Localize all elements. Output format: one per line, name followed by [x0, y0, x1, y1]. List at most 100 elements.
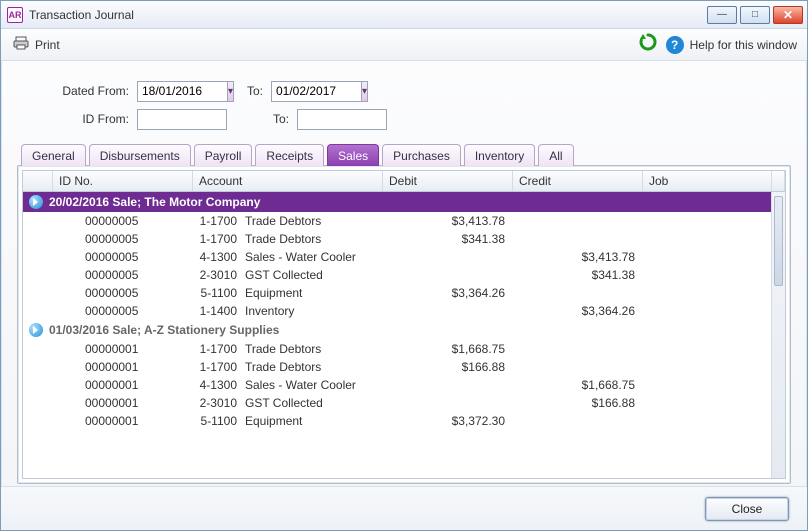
- cell-id: 00000005: [53, 232, 193, 246]
- cell-account: 4-1300Sales - Water Cooler: [193, 250, 383, 264]
- table-row[interactable]: 000000014-1300Sales - Water Cooler $1,668…: [23, 376, 771, 394]
- cell-id: 00000001: [53, 378, 193, 392]
- cell-id: 00000005: [53, 286, 193, 300]
- col-debit[interactable]: Debit: [383, 171, 513, 191]
- chevron-down-icon: ▾: [362, 86, 367, 97]
- table-row[interactable]: 000000015-1100Equipment$3,372.30: [23, 412, 771, 430]
- cell-debit: $3,372.30: [383, 414, 513, 428]
- tab-all[interactable]: All: [538, 144, 573, 166]
- id-from-input[interactable]: [137, 109, 227, 130]
- close-window-button[interactable]: ✕: [773, 6, 803, 24]
- tab-disbursements[interactable]: Disbursements: [89, 144, 191, 166]
- group-header-label: 20/02/2016 Sale; The Motor Company: [49, 195, 260, 209]
- expand-arrow-icon: [29, 323, 43, 337]
- tab-purchases[interactable]: Purchases: [382, 144, 461, 166]
- table-row[interactable]: 000000011-1700Trade Debtors$1,668.75: [23, 340, 771, 358]
- table-row[interactable]: 000000054-1300Sales - Water Cooler $3,413…: [23, 248, 771, 266]
- cell-debit: $1,668.75: [383, 342, 513, 356]
- cell-credit: $3,364.26: [513, 304, 643, 318]
- filter-panel: Dated From: ▾ To: ▾ ID From: To:: [53, 77, 791, 133]
- dated-to-dropdown[interactable]: ▾: [361, 81, 368, 102]
- col-id[interactable]: ID No.: [53, 171, 193, 191]
- window-controls: — □ ✕: [707, 6, 803, 24]
- close-button[interactable]: Close: [705, 497, 789, 521]
- app-icon: AR: [7, 7, 23, 23]
- help-button[interactable]: ? Help for this window: [666, 36, 797, 54]
- cell-debit: $3,364.26: [383, 286, 513, 300]
- cell-id: 00000001: [53, 396, 193, 410]
- cell-debit: $166.88: [383, 360, 513, 374]
- close-icon: ✕: [783, 8, 793, 22]
- table-row[interactable]: 000000012-3010GST Collected $166.88: [23, 394, 771, 412]
- window-title: Transaction Journal: [29, 8, 707, 22]
- cell-credit: $341.38: [513, 268, 643, 282]
- table-row[interactable]: 000000051-1700Trade Debtors$3,413.78: [23, 212, 771, 230]
- col-account[interactable]: Account: [193, 171, 383, 191]
- cell-account: 1-1700Trade Debtors: [193, 232, 383, 246]
- table-row[interactable]: 000000051-1700Trade Debtors$341.38: [23, 230, 771, 248]
- cell-credit: $3,413.78: [513, 250, 643, 264]
- refresh-button[interactable]: [638, 32, 658, 57]
- cell-id: 00000001: [53, 342, 193, 356]
- print-icon: [13, 35, 29, 54]
- tab-sales[interactable]: Sales: [327, 144, 379, 166]
- cell-id: 00000001: [53, 360, 193, 374]
- print-button[interactable]: Print: [13, 35, 60, 54]
- tab-receipts[interactable]: Receipts: [255, 144, 324, 166]
- table-row[interactable]: 000000011-1700Trade Debtors$166.88: [23, 358, 771, 376]
- id-to-label: To:: [261, 112, 289, 126]
- dated-to-label: To:: [235, 84, 263, 98]
- dated-from-label: Dated From:: [53, 84, 129, 98]
- tab-general[interactable]: General: [21, 144, 86, 166]
- refresh-icon: [638, 36, 658, 56]
- help-icon: ?: [666, 36, 684, 54]
- tab-payroll[interactable]: Payroll: [194, 144, 253, 166]
- cell-id: 00000005: [53, 304, 193, 318]
- cell-account: 4-1300Sales - Water Cooler: [193, 378, 383, 392]
- dated-from-dropdown[interactable]: ▾: [227, 81, 234, 102]
- content-body: Dated From: ▾ To: ▾ ID From: To: General: [1, 61, 807, 486]
- cell-account: 2-3010GST Collected: [193, 396, 383, 410]
- table-row[interactable]: 000000051-1400Inventory $3,364.26: [23, 302, 771, 320]
- group-header-label: 01/03/2016 Sale; A-Z Stationery Supplies: [49, 323, 279, 337]
- footer: Close: [1, 486, 807, 530]
- cell-debit: $3,413.78: [383, 214, 513, 228]
- transaction-grid: ID No. Account Debit Credit Job 20/02/20…: [17, 165, 791, 484]
- chevron-down-icon: ▾: [228, 86, 233, 97]
- col-credit[interactable]: Credit: [513, 171, 643, 191]
- maximize-button[interactable]: □: [740, 6, 770, 24]
- cell-account: 1-1400Inventory: [193, 304, 383, 318]
- vertical-scrollbar[interactable]: [771, 192, 785, 478]
- window: AR Transaction Journal — □ ✕ Print ? Hel…: [0, 0, 808, 531]
- cell-credit: $1,668.75: [513, 378, 643, 392]
- scrollbar-thumb[interactable]: [774, 196, 783, 286]
- dated-from-input[interactable]: [137, 81, 227, 102]
- titlebar: AR Transaction Journal — □ ✕: [1, 1, 807, 29]
- cell-account: 5-1100Equipment: [193, 286, 383, 300]
- id-from-label: ID From:: [53, 112, 129, 126]
- id-to-input[interactable]: [297, 109, 387, 130]
- cell-id: 00000005: [53, 268, 193, 282]
- cell-account: 2-3010GST Collected: [193, 268, 383, 282]
- grid-header: ID No. Account Debit Credit Job: [22, 170, 786, 192]
- col-job[interactable]: Job: [643, 171, 771, 191]
- group-header[interactable]: 01/03/2016 Sale; A-Z Stationery Supplies: [23, 320, 771, 340]
- toolbar: Print ? Help for this window: [1, 29, 807, 61]
- tab-inventory[interactable]: Inventory: [464, 144, 535, 166]
- cell-debit: $341.38: [383, 232, 513, 246]
- dated-to-input[interactable]: [271, 81, 361, 102]
- group-header[interactable]: 20/02/2016 Sale; The Motor Company: [23, 192, 771, 212]
- cell-account: 1-1700Trade Debtors: [193, 214, 383, 228]
- cell-account: 1-1700Trade Debtors: [193, 342, 383, 356]
- minimize-icon: —: [717, 9, 727, 20]
- table-row[interactable]: 000000052-3010GST Collected $341.38: [23, 266, 771, 284]
- grid-body: 20/02/2016 Sale; The Motor Company 000000…: [22, 192, 786, 479]
- cell-id: 00000005: [53, 250, 193, 264]
- col-indicator: [23, 171, 53, 191]
- expand-arrow-icon: [29, 195, 43, 209]
- minimize-button[interactable]: —: [707, 6, 737, 24]
- col-scrollbar-gutter: [771, 171, 785, 191]
- maximize-icon: □: [752, 9, 758, 20]
- table-row[interactable]: 000000055-1100Equipment$3,364.26: [23, 284, 771, 302]
- cell-credit: $166.88: [513, 396, 643, 410]
